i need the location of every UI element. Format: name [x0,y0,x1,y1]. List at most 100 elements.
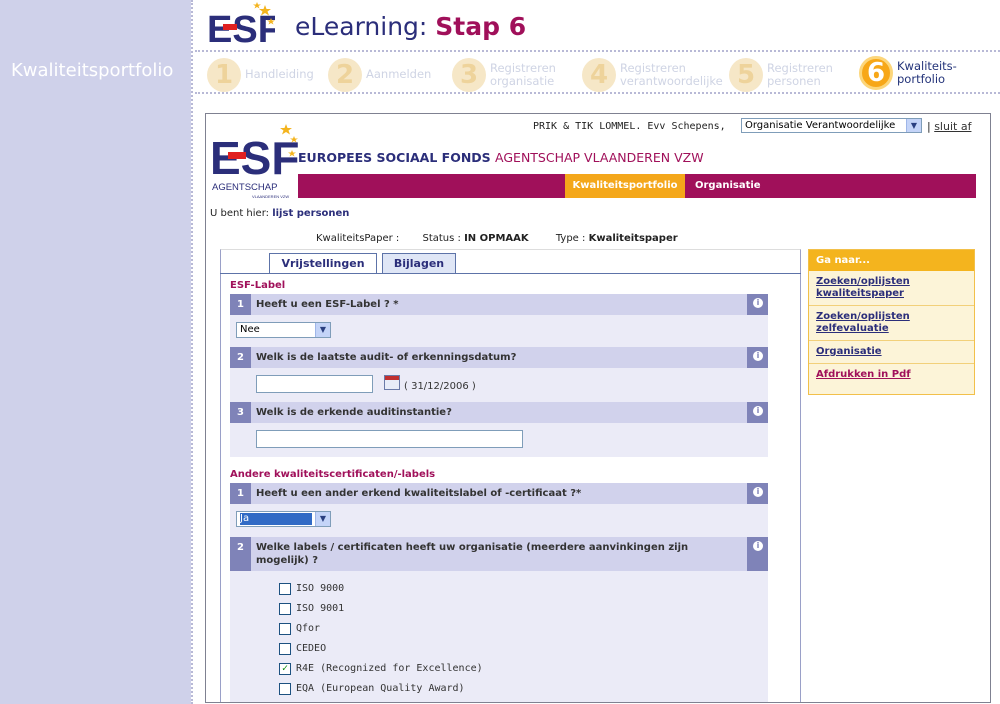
audit-date-input[interactable] [256,375,373,393]
step-number: 5 [729,58,763,92]
section-title-esf-label: ESF-Label [230,280,286,291]
paper-label: KwaliteitsPaper : [316,233,400,244]
esf-title-bold: EUROPEES SOCIAAL FONDS [298,150,491,165]
breadcrumb: U bent hier: lijst personen [210,208,349,219]
breadcrumb-prefix: U bent hier: [210,208,270,219]
check-icon[interactable]: ✓ [279,663,291,675]
step-number: 2 [328,58,362,92]
checkbox-label: ISO 9000 [296,583,345,594]
menu-item-kwaliteitsportfolio[interactable]: Kwaliteitsportfolio [565,174,685,198]
panel-title: Kwaliteitsportfolio [11,60,174,81]
link-organisatie[interactable]: Organisatie [809,341,974,364]
section-title-other-labels: Andere kwaliteitscertificaten/-labels [230,469,436,480]
checkbox-qfor[interactable]: Qfor [279,619,768,639]
answer-row: Nee ▼ [230,315,768,347]
form-content: ESF-Label 1 Heeft u een ESF-Label ? * i Ne… [224,280,799,702]
user-info: PRIK & TIK LOMMEL. Evv Schepens, [533,121,726,132]
question-number: 1 [230,294,251,315]
question-row: 1 Heeft u een ESF-Label ? * i [230,294,768,315]
question-text: Heeft u een ander erkend kwaliteitslabel… [256,488,582,499]
checkbox-box[interactable] [279,603,291,615]
status-label: Status : [422,233,461,244]
title-prefix: eLearning: [295,12,428,41]
paper-meta: KwaliteitsPaper : Status : IN OPMAAK Typ… [316,233,702,244]
step-label: Registreren verantwoordelijke [620,61,723,88]
info-icon: i [753,406,763,416]
checkbox-iso-9001[interactable]: ISO 9001 [279,599,768,619]
left-panel: Kwaliteitsportfolio [0,0,191,704]
info-button[interactable]: i [747,347,768,368]
question-row: 2 Welk is de laatste audit- of erkennings… [230,347,768,368]
chevron-down-icon: ▼ [315,512,330,526]
main-menu: Kwaliteitsportfolio Organisatie [298,174,976,198]
goto-title: Ga naar... [809,250,974,271]
step-progress-bar: 1 Handleiding 2 Aanmelden 3 Registreren org… [195,50,1000,94]
chevron-down-icon: ▼ [315,323,330,337]
esf-agentschap-logo: ESF AGENTSCHAP VLAANDEREN VZW [210,124,299,199]
checkbox-box[interactable] [279,683,291,695]
checkbox-eqa[interactable]: EQA (European Quality Award) [279,679,768,699]
esf-logo-text: ESF [210,132,299,184]
agentschap-text: AGENTSCHAP [212,182,277,193]
step-label: Registreren organisatie [490,61,556,88]
answer-row: ( 31/12/2006 ) [230,368,768,402]
chevron-down-icon: ▼ [906,119,921,132]
checkbox-label: CEDEO [296,643,327,654]
checkbox-box[interactable] [279,583,291,595]
breadcrumb-link[interactable]: lijst personen [272,208,349,219]
tab-vrijstellingen[interactable]: Vrijstellingen [269,253,377,274]
question-text: Heeft u een ESF-Label ? * [256,299,399,310]
menu-item-organisatie[interactable]: Organisatie [695,174,761,198]
step-label: Handleiding [245,67,314,81]
esf-title: EUROPEES SOCIAAL FONDS AGENTSCHAP VLAAND… [298,150,704,165]
esf-label-select[interactable]: Nee ▼ [236,322,331,338]
status-value: IN OPMAAK [464,233,529,244]
logout-area: | sluit af [927,120,972,133]
logout-link[interactable]: sluit af [934,120,971,133]
checkbox-box[interactable] [279,623,291,635]
select-value: Ja [240,513,312,525]
question-row: 1 Heeft u een ander erkend kwaliteitslabe… [230,483,768,504]
step-number: 4 [582,58,616,92]
type-label: Type : [555,233,586,244]
checkbox-label: EQA (European Quality Award) [296,683,465,694]
link-afdrukken-pdf[interactable]: Afdrukken in Pdf [809,364,974,386]
type-value: Kwaliteitspaper [588,233,678,244]
question-number: 3 [230,402,251,423]
question-row: 2 Welke labels / certificaten heeft uw or… [230,537,768,571]
info-button[interactable]: i [747,402,768,423]
other-label-select[interactable]: Ja ▼ [236,511,331,527]
question-number: 1 [230,483,251,504]
link-zoeken-zelfevaluatie[interactable]: Zoeken/oplijsten zelfevaluatie [809,306,974,341]
audit-instance-input[interactable] [256,430,523,448]
calendar-icon[interactable] [384,375,400,390]
checkbox-list: ISO 9000 ISO 9001 Qfor CEDEO ✓ R4E (Recog… [230,571,768,702]
checkbox-r4e[interactable]: ✓ R4E (Recognized for Excellence) [279,659,768,679]
step-label: Kwaliteits-portfolio [897,59,957,86]
link-zoeken-kwaliteitspaper[interactable]: Zoeken/oplijsten kwaliteitspaper [809,271,974,306]
checkbox-box[interactable] [279,643,291,655]
question-text: Welk is de erkende auditinstantie? [256,407,452,418]
goto-panel: Ga naar... Zoeken/oplijsten kwaliteitspa… [808,249,975,395]
info-button[interactable]: i [747,537,768,571]
step-label: Aanmelden [366,67,432,81]
tab-bijlagen[interactable]: Bijlagen [382,253,456,274]
checkbox-label: R4E (Recognized for Excellence) [296,663,483,674]
question-text: Welke labels / certificaten heeft uw org… [256,542,689,566]
step-label: Registreren personen [767,61,833,88]
answer-row: Ja ▼ [230,504,768,537]
question-row: 3 Welk is de erkende auditinstantie? i [230,402,768,423]
info-button[interactable]: i [747,294,768,315]
page-title: eLearning: Stap 6 [295,12,526,41]
divider [191,0,193,704]
checkbox-cedeo[interactable]: CEDEO [279,639,768,659]
app-frame: PRIK & TIK LOMMEL. Evv Schepens, Organis… [205,113,991,703]
checkbox-iso-9000[interactable]: ISO 9000 [279,579,768,599]
title-step: Stap 6 [435,12,527,41]
info-button[interactable]: i [747,483,768,504]
esf-title-rest: AGENTSCHAP VLAANDEREN VZW [495,150,704,165]
info-icon: i [753,351,763,361]
step-number: 6 [859,56,893,90]
step-number: 1 [207,58,241,92]
role-select[interactable]: Organisatie Verantwoordelijke ▼ [741,118,922,133]
